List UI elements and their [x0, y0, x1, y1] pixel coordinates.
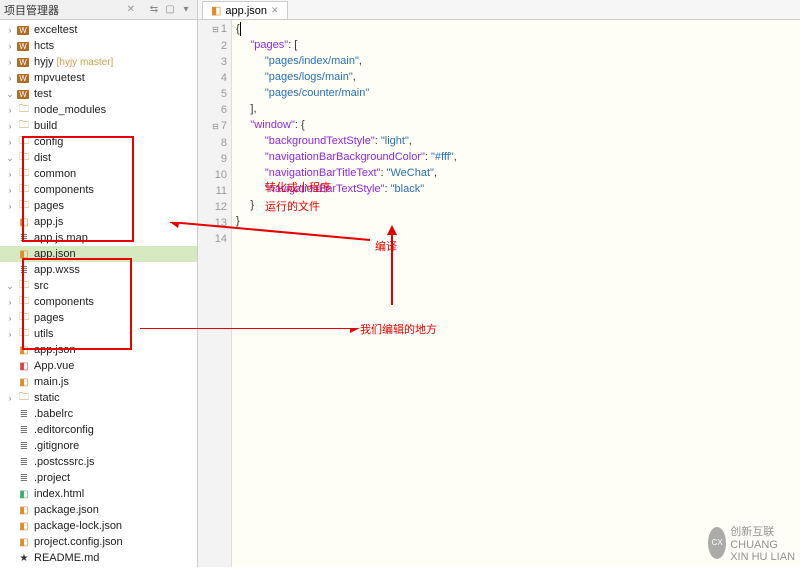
editor-tab-label: app.json: [225, 5, 267, 17]
tree-item-hcts[interactable]: ›Whcts: [0, 38, 197, 54]
menu-icon[interactable]: ▾: [179, 3, 193, 17]
file-icon: ≣: [16, 407, 32, 421]
tree-item-package-json[interactable]: ◧package.json: [0, 502, 197, 518]
file-icon: ≣: [16, 439, 32, 453]
tree-item-build[interactable]: ›🗀build: [0, 118, 197, 134]
git-branch-tag: [hyjy master]: [57, 57, 114, 68]
editor-tabbar: ◧ app.json ✕: [198, 0, 800, 20]
html-file-icon: ◧: [16, 487, 32, 501]
tree-item-readme[interactable]: ★README.md: [0, 550, 197, 566]
link-icon[interactable]: ⇆: [147, 3, 161, 17]
folder-icon: 🗀: [16, 391, 32, 405]
tree-item-gitignore[interactable]: ≣.gitignore: [0, 438, 197, 454]
tree-item-mpvuetest[interactable]: ›Wmpvuetest: [0, 70, 197, 86]
js-file-icon: ◧: [16, 375, 32, 389]
tree-item-exceltest[interactable]: ›Wexceltest: [0, 22, 197, 38]
watermark: CX 创新互联 CHUANG XIN HU LIAN: [708, 523, 796, 563]
annotation-box-dist: [22, 136, 134, 242]
tree-item-project-config-json[interactable]: ◧project.config.json: [0, 534, 197, 550]
star-icon: ★: [16, 551, 32, 565]
editor-pane: ◧ app.json ✕ ⊟1 23456 ⊟7 891011121314 { …: [198, 0, 800, 567]
tree-item-package-lock-json[interactable]: ◧package-lock.json: [0, 518, 197, 534]
file-icon: ≣: [16, 471, 32, 485]
tree-item-app-vue[interactable]: ◧App.vue: [0, 358, 197, 374]
json-file-icon: ◧: [211, 4, 221, 17]
tree-item-postcssrc[interactable]: ≣.postcssrc.js: [0, 454, 197, 470]
annotation-text-compile: 编译: [375, 237, 397, 256]
annotation-box-src: [22, 258, 132, 350]
project-explorer-header: 项目管理器 ✕ ⇆ ▢ ▾: [0, 0, 197, 20]
json-file-icon: ◧: [16, 519, 32, 533]
tree-item-babelrc[interactable]: ≣.babelrc: [0, 406, 197, 422]
close-icon[interactable]: ✕: [127, 4, 135, 15]
file-icon: ≣: [16, 455, 32, 469]
vue-file-icon: ◧: [16, 359, 32, 373]
folder-icon: 🗀: [16, 119, 32, 133]
editor-gutter: ⊟1 23456 ⊟7 891011121314: [198, 20, 232, 567]
annotation-text-convert: 转化成小程序 运行的文件: [265, 178, 331, 216]
editor-tab-app-json[interactable]: ◧ app.json ✕: [202, 1, 288, 19]
tree-item-node-modules[interactable]: ›🗀node_modules: [0, 102, 197, 118]
tree-item-main-js[interactable]: ◧main.js: [0, 374, 197, 390]
panel-toolbar: ⇆ ▢ ▾: [147, 3, 193, 17]
folder-icon: 🗀: [16, 103, 32, 117]
tree-item-hyjy[interactable]: ›Whyjy [hyjy master]: [0, 54, 197, 70]
tree-item-project[interactable]: ≣.project: [0, 470, 197, 486]
tree-item-static[interactable]: ›🗀static: [0, 390, 197, 406]
collapse-icon[interactable]: ▢: [163, 3, 177, 17]
editor-text-area[interactable]: { "pages": [ "pages/index/main", "pages/…: [232, 20, 800, 567]
watermark-logo-icon: CX: [708, 527, 726, 559]
tree-item-test[interactable]: ⌄Wtest: [0, 86, 197, 102]
annotation-text-edit-place: 我们编辑的地方: [360, 320, 437, 339]
json-file-icon: ◧: [16, 503, 32, 517]
panel-title: 项目管理器: [4, 2, 59, 18]
json-file-icon: ◧: [16, 535, 32, 549]
close-icon[interactable]: ✕: [271, 5, 279, 16]
file-icon: ≣: [16, 423, 32, 437]
tree-item-editorconfig[interactable]: ≣.editorconfig: [0, 422, 197, 438]
tree-item-index-html[interactable]: ◧index.html: [0, 486, 197, 502]
